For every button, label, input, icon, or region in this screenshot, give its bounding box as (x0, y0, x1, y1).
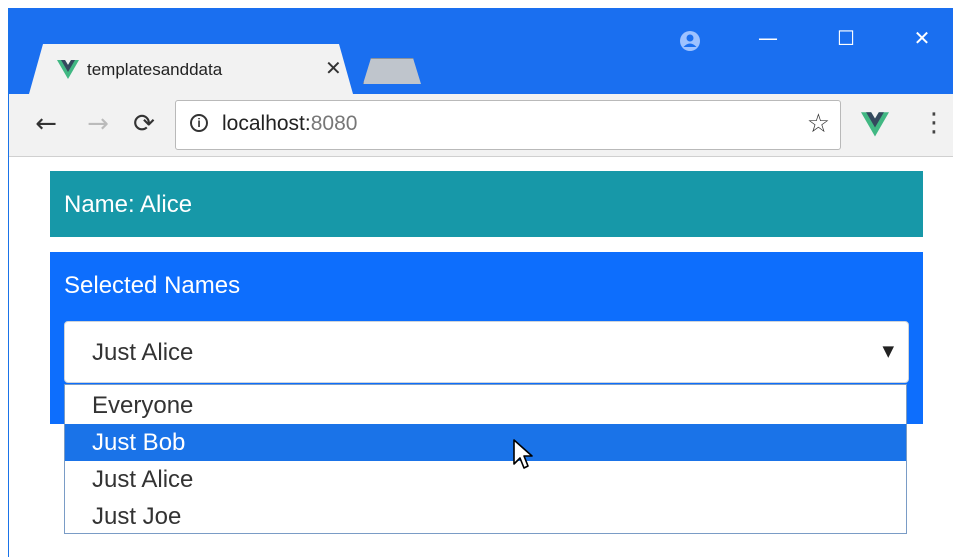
select-option-just-alice[interactable]: Just Alice (65, 461, 906, 498)
name-label: Name: Alice (64, 191, 193, 218)
select-current-value: Just Alice (92, 339, 194, 366)
url-port: 8080 (310, 112, 358, 135)
vue-devtools-icon[interactable] (861, 112, 889, 138)
selected-names-title: Selected Names (64, 272, 241, 299)
browser-menu-icon[interactable]: ⋮ (921, 108, 947, 138)
select-dropdown-list: Everyone Just Bob Just Alice Just Joe (64, 384, 907, 534)
browser-tab[interactable]: templatesanddata ✕ (29, 44, 353, 94)
url-host: localhost: (222, 112, 311, 135)
select-option-everyone[interactable]: Everyone (65, 387, 906, 424)
minimize-button[interactable]: — (753, 26, 783, 50)
new-tab-button[interactable] (363, 58, 421, 84)
tab-title: templatesanddata (87, 60, 223, 79)
title-bar: templatesanddata ✕ — ☐ ✕ (9, 8, 953, 94)
tab-close-icon[interactable]: ✕ (325, 56, 342, 80)
names-select[interactable]: Just Alice ▼ (64, 321, 909, 383)
close-window-button[interactable]: ✕ (907, 26, 937, 50)
select-option-just-bob[interactable]: Just Bob (65, 424, 906, 461)
info-icon[interactable]: i (190, 114, 208, 132)
url-text[interactable]: localhost:8080 (222, 112, 357, 136)
vue-logo-icon (57, 60, 79, 79)
account-circle-icon[interactable] (679, 30, 701, 52)
mouse-pointer-icon (513, 439, 533, 469)
chevron-down-icon: ▼ (882, 342, 894, 360)
browser-window: templatesanddata ✕ — ☐ ✕ ← → ⟳ i localho… (8, 8, 953, 557)
address-bar[interactable]: i localhost:8080 ☆ (175, 100, 841, 150)
back-arrow-icon[interactable]: ← (31, 109, 61, 139)
select-option-just-joe[interactable]: Just Joe (65, 498, 906, 535)
maximize-button[interactable]: ☐ (831, 26, 861, 50)
name-banner: Name: Alice (50, 171, 923, 237)
browser-toolbar: ← → ⟳ i localhost:8080 ☆ ⋮ (9, 94, 953, 157)
reload-icon[interactable]: ⟳ (129, 109, 159, 139)
forward-arrow-icon[interactable]: → (83, 109, 113, 139)
bookmark-star-icon[interactable]: ☆ (807, 109, 830, 139)
